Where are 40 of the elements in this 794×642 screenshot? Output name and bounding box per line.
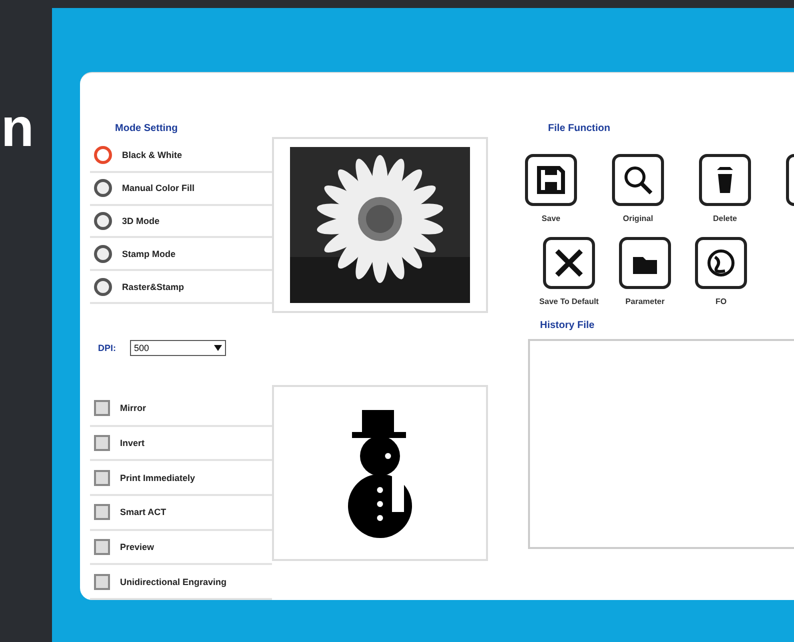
caret-icon [214,344,222,351]
radio-button[interactable] [94,212,112,230]
tool-label: Parameter [625,297,665,306]
tool-label: Original [622,214,654,223]
trash-can-button[interactable] [699,154,751,206]
radio-label: Raster&Stamp [122,282,184,292]
dpi-label: DPI: [98,342,116,353]
checkbox-label: Print Immediately [120,472,196,483]
radio-button[interactable] [94,146,112,164]
radio-label: Black & White [122,150,182,160]
tool-label: Save To Default [539,297,599,306]
checkbox[interactable] [94,539,110,555]
checkbox[interactable] [94,400,110,416]
section-title: File Function [548,123,612,134]
checkbox[interactable] [94,470,110,486]
tool-label: Delete [712,214,737,223]
search-button[interactable] [612,154,664,206]
checkbox-label: Invert [120,438,145,448]
search-icon [622,164,654,196]
tool-label: Save [542,214,560,223]
tool-label: FO [715,297,727,306]
dpi-dropdown[interactable]: 500 [130,340,226,356]
checkbox-label: Unidirectional Engraving [120,576,227,587]
checkbox[interactable] [94,504,110,520]
radio-label: 3D Mode [122,216,160,226]
radio-label: Manual Color Fill [122,183,195,194]
radio-button[interactable] [94,179,112,198]
section-title: History File [540,320,596,331]
folder-button[interactable] [619,237,671,289]
checkbox-label: Preview [120,542,154,552]
radio-button[interactable] [94,244,112,263]
radio-button[interactable] [94,278,112,296]
radio-label: Stamp Mode [122,248,176,259]
checkbox-label: Smart ACT [120,507,166,518]
checkbox[interactable] [94,434,110,451]
heading: n [1,98,34,158]
section-title: Mode Setting [115,123,179,134]
floppy-disk-button[interactable] [525,154,577,206]
checkbox[interactable] [94,574,110,590]
checkbox-label: Mirror [120,403,146,414]
